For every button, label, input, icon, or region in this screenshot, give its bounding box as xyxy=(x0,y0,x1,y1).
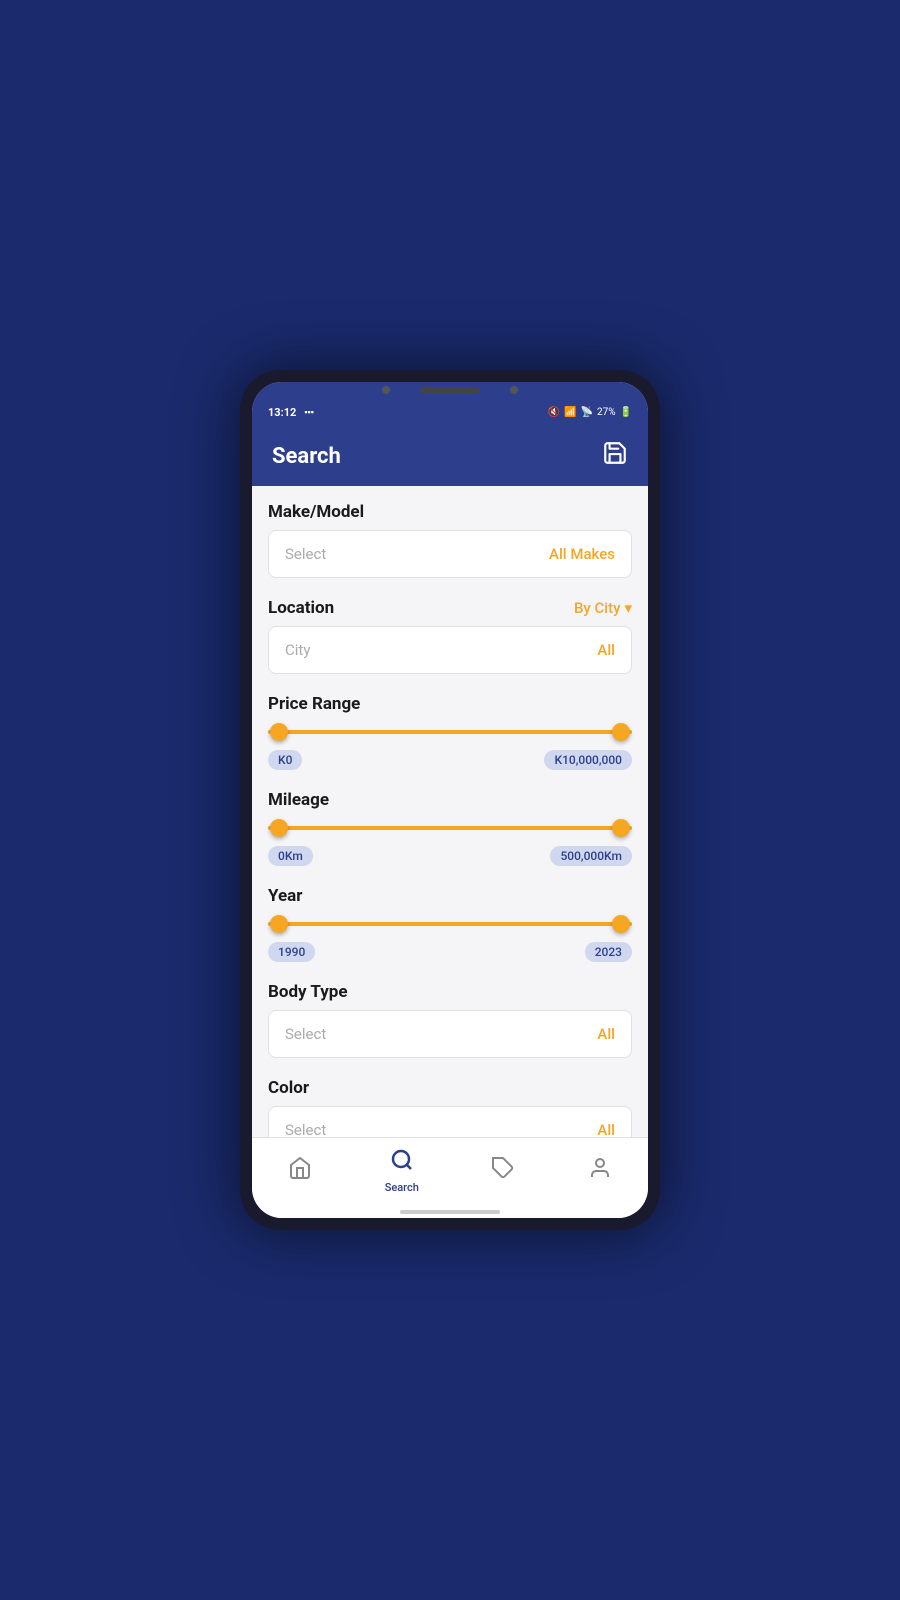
notch xyxy=(252,382,648,398)
scroll-content: Make/Model Select All Makes Location By … xyxy=(252,486,648,1137)
mileage-max-label: 500,000Km xyxy=(550,846,632,866)
by-city-text: By City xyxy=(574,599,621,617)
home-bar xyxy=(400,1210,500,1214)
profile-icon xyxy=(588,1156,612,1186)
color-value: All xyxy=(597,1121,615,1137)
make-model-label: Make/Model xyxy=(268,502,632,522)
year-track xyxy=(268,922,632,926)
nav-search[interactable]: Search xyxy=(385,1148,419,1194)
body-type-section: Body Type Select All xyxy=(268,982,632,1058)
status-bar: 13:12 ▪▪▪ 🔇 📶 📡 27% 🔋 xyxy=(252,398,648,426)
year-range-labels: 1990 2023 xyxy=(268,942,632,962)
chevron-down-icon: ▾ xyxy=(624,599,632,617)
mileage-section: Mileage 0Km 500,000Km xyxy=(268,790,632,866)
camera xyxy=(382,386,390,394)
mileage-slider[interactable] xyxy=(268,818,632,838)
location-section: Location By City ▾ City All xyxy=(268,598,632,674)
price-range-labels: K0 K10,000,000 xyxy=(268,750,632,770)
signal-icon: 📡 xyxy=(581,407,593,418)
time-display: 13:12 xyxy=(268,406,296,419)
phone-screen: 13:12 ▪▪▪ 🔇 📶 📡 27% 🔋 Search xyxy=(252,382,648,1218)
mileage-thumb-left[interactable] xyxy=(270,819,288,837)
year-max-label: 2023 xyxy=(585,942,632,962)
battery-icon: 🔋 xyxy=(620,407,632,418)
mileage-min-label: 0Km xyxy=(268,846,313,866)
mileage-thumb-right[interactable] xyxy=(612,819,630,837)
location-header: Location By City ▾ xyxy=(268,598,632,618)
speaker xyxy=(420,387,480,393)
city-value: All xyxy=(597,641,615,659)
year-label: Year xyxy=(268,886,632,906)
battery-label: 27% xyxy=(597,407,616,418)
home-icon xyxy=(288,1156,312,1186)
mileage-track xyxy=(268,826,632,830)
app-title: Search xyxy=(272,444,341,469)
price-thumb-right[interactable] xyxy=(612,723,630,741)
wifi-icon: 📶 xyxy=(564,407,576,418)
make-model-section: Make/Model Select All Makes xyxy=(268,502,632,578)
location-label: Location xyxy=(268,598,334,618)
year-section: Year 1990 2023 xyxy=(268,886,632,962)
city-placeholder: City xyxy=(285,641,310,659)
price-range-label: Price Range xyxy=(268,694,632,714)
color-placeholder: Select xyxy=(285,1121,326,1137)
color-select[interactable]: Select All xyxy=(268,1106,632,1137)
price-min-label: K0 xyxy=(268,750,302,770)
sensor xyxy=(510,386,518,394)
make-model-value: All Makes xyxy=(549,545,615,563)
price-range-section: Price Range K0 K10,000,000 xyxy=(268,694,632,770)
price-max-label: K10,000,000 xyxy=(544,750,632,770)
city-select[interactable]: City All xyxy=(268,626,632,674)
status-app-icons: ▪▪▪ xyxy=(304,407,314,418)
year-slider[interactable] xyxy=(268,914,632,934)
make-model-placeholder: Select xyxy=(285,545,326,563)
by-city-button[interactable]: By City ▾ xyxy=(574,599,632,617)
body-type-value: All xyxy=(597,1025,615,1043)
mute-icon: 🔇 xyxy=(548,407,560,418)
body-type-select[interactable]: Select All xyxy=(268,1010,632,1058)
filter-save-icon[interactable] xyxy=(602,440,628,472)
status-time-area: 13:12 ▪▪▪ xyxy=(268,406,314,419)
home-indicator xyxy=(252,1210,648,1218)
mileage-label: Mileage xyxy=(268,790,632,810)
make-model-select[interactable]: Select All Makes xyxy=(268,530,632,578)
bottom-nav: Search xyxy=(252,1137,648,1210)
color-label: Color xyxy=(268,1078,632,1098)
price-thumb-left[interactable] xyxy=(270,723,288,741)
year-thumb-left[interactable] xyxy=(270,915,288,933)
search-nav-label: Search xyxy=(385,1181,419,1194)
color-section: Color Select All xyxy=(268,1078,632,1137)
phone-frame: 13:12 ▪▪▪ 🔇 📶 📡 27% 🔋 Search xyxy=(240,370,660,1230)
status-icons-area: 🔇 📶 📡 27% 🔋 xyxy=(548,407,632,418)
tags-icon xyxy=(491,1156,515,1186)
year-min-label: 1990 xyxy=(268,942,315,962)
search-nav-icon xyxy=(390,1148,414,1178)
nav-tags[interactable] xyxy=(491,1156,515,1186)
price-range-slider[interactable] xyxy=(268,722,632,742)
mileage-range-labels: 0Km 500,000Km xyxy=(268,846,632,866)
year-thumb-right[interactable] xyxy=(612,915,630,933)
price-track xyxy=(268,730,632,734)
nav-home[interactable] xyxy=(288,1156,312,1186)
nav-profile[interactable] xyxy=(588,1156,612,1186)
app-header: Search xyxy=(252,426,648,486)
body-type-label: Body Type xyxy=(268,982,632,1002)
body-type-placeholder: Select xyxy=(285,1025,326,1043)
